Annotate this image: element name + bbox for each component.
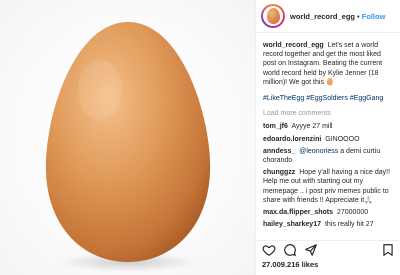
egg-image [45,22,211,272]
comment-text: Ayyye 27 mill [291,123,333,131]
comment-username[interactable]: tom_jf6 [263,123,288,130]
comment-username[interactable]: edoardo.lorenzini [263,136,321,143]
comment-icon[interactable] [283,243,297,257]
load-more-comments-link[interactable]: Load more comments [263,109,395,118]
comment-mention[interactable]: @leonoriess [299,148,338,155]
comment-username[interactable]: hailey_sharkey17 [263,221,321,228]
comment-item: anndess_ @leonoriess a demi curtiu chora… [263,147,395,165]
caption: world_record_egg Let's set a world recor… [263,41,395,87]
egg-avatar-icon [266,8,280,24]
caption-username[interactable]: world_record_egg [263,42,324,49]
comment-text: 27000000 [336,209,369,217]
comments-section[interactable]: world_record_egg Let's set a world recor… [256,36,400,230]
comment-item: max.da.flipper_shots 27000000 [263,208,395,217]
comment-text: GINOOOO [325,135,360,143]
comment-username[interactable]: max.da.flipper_shots [263,209,333,216]
comment-item: tom_jf6 Ayyye 27 mill [263,122,395,131]
comment-item: hailey_sharkey17 this really hit 27 mill… [263,220,395,230]
action-bar [256,240,400,258]
bookmark-icon[interactable] [381,243,395,257]
avatar[interactable] [261,4,285,28]
post-photo[interactable] [0,0,255,275]
separator-dot: • [357,11,360,21]
comment-username[interactable]: chunggzz [263,169,295,176]
caption-hashtags[interactable]: #LikeTheEgg #EggSoldiers #EggGang [263,94,395,103]
heart-icon[interactable] [262,243,276,257]
username[interactable]: world_record_egg [290,12,355,21]
share-icon[interactable] [304,243,318,257]
instagram-post: world_record_egg • Follow world_record_e… [0,0,400,275]
likes-count[interactable]: 27.009.216 likes [262,260,318,269]
comment-username[interactable]: anndess_ [263,148,295,155]
comment-item: chunggzz Hope y'all having a nice day!! … [263,168,395,205]
follow-button[interactable]: Follow [362,12,386,21]
post-side-panel: world_record_egg • Follow world_record_e… [255,0,400,275]
comment-item: edoardo.lorenzini GINOOOO [263,135,395,144]
post-header: world_record_egg • Follow [256,0,400,33]
